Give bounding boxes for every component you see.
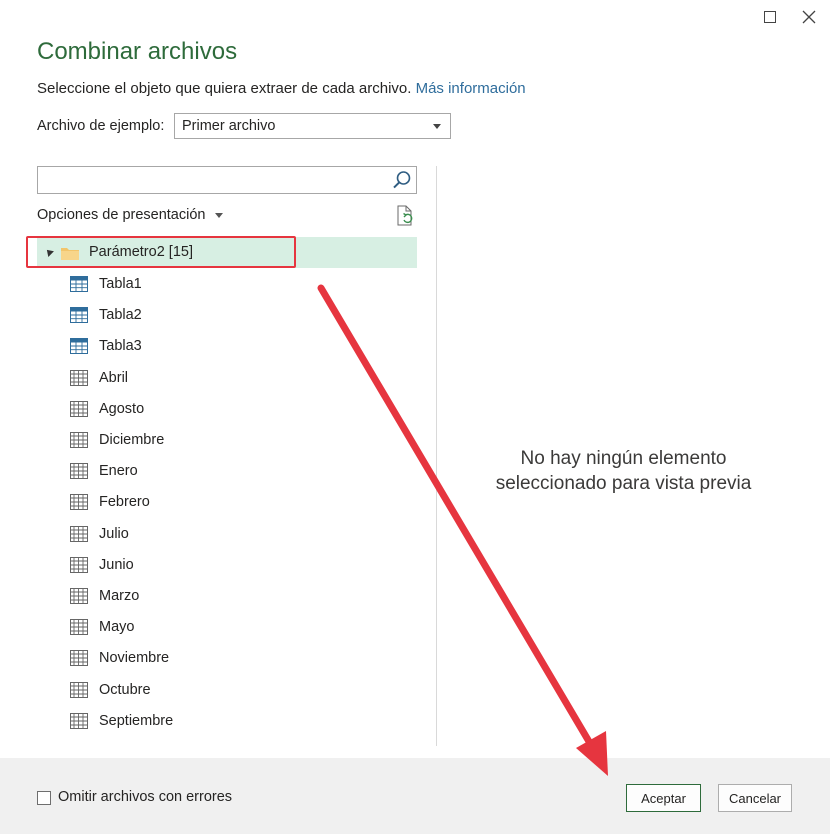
sheet-icon <box>70 556 88 573</box>
tree-item[interactable]: Diciembre <box>70 429 164 451</box>
dialog-title: Combinar archivos <box>37 38 238 65</box>
tree-item-label: Tabla2 <box>99 307 142 324</box>
sheet-icon <box>70 588 88 604</box>
close-button[interactable] <box>800 8 818 26</box>
preview-empty-message: No hay ningún elemento seleccionado para… <box>437 446 810 496</box>
table-icon <box>70 307 88 324</box>
tree-item[interactable]: Abril <box>70 367 128 389</box>
tree-item-label: Mayo <box>99 619 135 636</box>
table-icon <box>70 338 88 355</box>
refresh-icon[interactable] <box>395 205 415 227</box>
tree-item[interactable]: Junio <box>70 554 134 576</box>
maximize-icon <box>764 11 776 23</box>
skip-errors-label[interactable]: Omitir archivos con errores <box>58 789 232 805</box>
ok-button[interactable]: Aceptar <box>626 784 701 812</box>
tree-item-label: Agosto <box>99 400 145 417</box>
sheet-icon <box>70 712 88 729</box>
tree-item[interactable]: Tabla2 <box>70 304 142 326</box>
sheet-icon <box>70 681 88 698</box>
display-options-dropdown[interactable]: Opciones de presentación <box>37 207 224 223</box>
sheet-icon <box>70 650 88 667</box>
example-file-value: Primer archivo <box>182 118 276 134</box>
tree-item[interactable]: Julio <box>70 523 129 545</box>
dialog-footer: Omitir archivos con errores Aceptar Canc… <box>0 758 830 834</box>
close-icon <box>802 10 816 24</box>
sheet-icon <box>70 463 88 480</box>
tree-item-label: Octubre <box>99 681 151 698</box>
sheet-icon <box>70 494 88 511</box>
tree-item-label: Enero <box>99 463 138 480</box>
tree-item-label: Noviembre <box>99 650 170 667</box>
search-box <box>37 166 417 194</box>
sheet-icon <box>70 525 88 542</box>
preview-empty-line2: seleccionado para vista previa <box>495 473 752 494</box>
tree-item[interactable]: Noviembre <box>70 647 169 669</box>
tree-item-label: Tabla3 <box>99 338 142 355</box>
tree-item-label: Septiembre <box>99 712 174 729</box>
tree-item-label: Febrero <box>99 494 150 511</box>
annotation-highlight-box <box>26 236 296 268</box>
tree-item[interactable]: Enero <box>70 460 138 482</box>
tree-item[interactable]: Agosto <box>70 398 144 420</box>
caret-down-icon <box>215 212 224 218</box>
tree-item[interactable]: Tabla3 <box>70 335 142 357</box>
more-info-link[interactable]: Más información <box>416 80 526 97</box>
tree-item[interactable]: Octubre <box>70 679 151 701</box>
preview-empty-line1: No hay ningún elemento <box>520 448 727 469</box>
sheet-icon <box>70 400 88 417</box>
tree-item-label: Abril <box>99 369 129 386</box>
sheet-icon <box>70 432 88 448</box>
tree-item[interactable]: Mayo <box>70 616 134 638</box>
dialog-subtitle: Seleccione el objeto que quiera extraer … <box>37 80 526 97</box>
subtitle-text: Seleccione el objeto que quiera extraer … <box>37 80 412 97</box>
sheet-icon <box>70 369 88 386</box>
sheet-icon <box>70 619 88 636</box>
tree-item[interactable]: Tabla1 <box>70 273 142 295</box>
table-icon <box>70 276 88 292</box>
skip-errors-checkbox[interactable] <box>37 791 51 805</box>
tree-item-label: Julio <box>99 525 129 542</box>
tree-item[interactable]: Febrero <box>70 491 150 513</box>
tree-item-label: Junio <box>99 556 134 573</box>
display-options-label: Opciones de presentación <box>37 207 206 223</box>
maximize-button[interactable] <box>761 8 779 26</box>
tree-item-label: Marzo <box>99 588 140 604</box>
search-input[interactable] <box>42 167 386 193</box>
search-icon[interactable] <box>392 170 412 190</box>
example-file-select[interactable]: Primer archivo <box>174 113 451 139</box>
tree-item[interactable]: Marzo <box>70 585 139 607</box>
chevron-down-icon <box>433 124 441 129</box>
cancel-button[interactable]: Cancelar <box>718 784 792 812</box>
tree-item[interactable]: Septiembre <box>70 710 173 732</box>
example-file-label: Archivo de ejemplo: <box>37 118 165 134</box>
tree-item-label: Diciembre <box>99 432 165 448</box>
tree-item-label: Tabla1 <box>99 276 142 292</box>
